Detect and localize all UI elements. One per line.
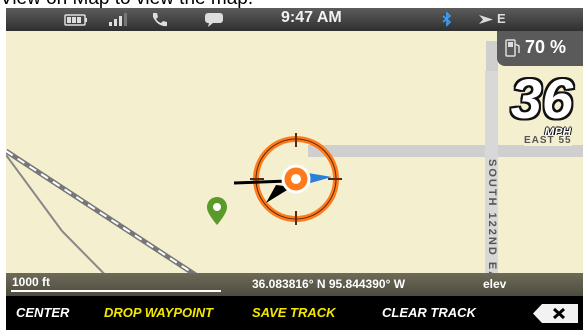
gps-letter: E xyxy=(497,11,506,26)
signal-icon xyxy=(109,13,127,26)
map-view[interactable]: 70 % 36 MPH EAST 55 SOUTH 122ND EAST 100… xyxy=(6,31,583,296)
fuel-pump-icon xyxy=(505,39,520,57)
gps-coordinates: 36.083816° N 95.844390° W xyxy=(252,277,406,291)
speedometer: 36 MPH xyxy=(479,71,583,141)
device-screen: 9:47 AM E 70 % 36 MPH EAST 55 SOUTH 122N… xyxy=(6,8,583,330)
speed-value: 36 xyxy=(510,67,573,130)
elevation-label: elev xyxy=(483,277,507,291)
bluetooth-icon xyxy=(442,12,452,27)
map-toolbar: CENTER DROP WAYPOINT SAVE TRACK CLEAR TR… xyxy=(6,296,583,330)
clock: 9:47 AM xyxy=(281,9,342,26)
message-icon xyxy=(205,13,223,27)
status-bar: 9:47 AM E xyxy=(6,8,583,31)
map-scale-label: 1000 ft xyxy=(12,275,51,289)
battery-icon xyxy=(64,14,87,26)
phone-icon xyxy=(153,13,167,27)
center-button[interactable]: CENTER xyxy=(16,305,69,320)
backspace-icon[interactable] xyxy=(532,303,580,324)
fuel-gauge: 70 % xyxy=(497,31,583,66)
save-track-button[interactable]: SAVE TRACK xyxy=(252,305,336,320)
map-scale-bar xyxy=(11,290,221,292)
road-label-east: EAST 55 xyxy=(524,135,572,146)
position-marker-icon xyxy=(233,133,342,225)
gps-icon xyxy=(479,15,493,24)
clear-track-button[interactable]: CLEAR TRACK xyxy=(382,305,476,320)
map-info-bar: 1000 ft 36.083816° N 95.844390° W elev xyxy=(6,273,583,296)
drop-waypoint-button[interactable]: DROP WAYPOINT xyxy=(104,305,213,320)
fuel-percent: 70 % xyxy=(525,37,567,57)
